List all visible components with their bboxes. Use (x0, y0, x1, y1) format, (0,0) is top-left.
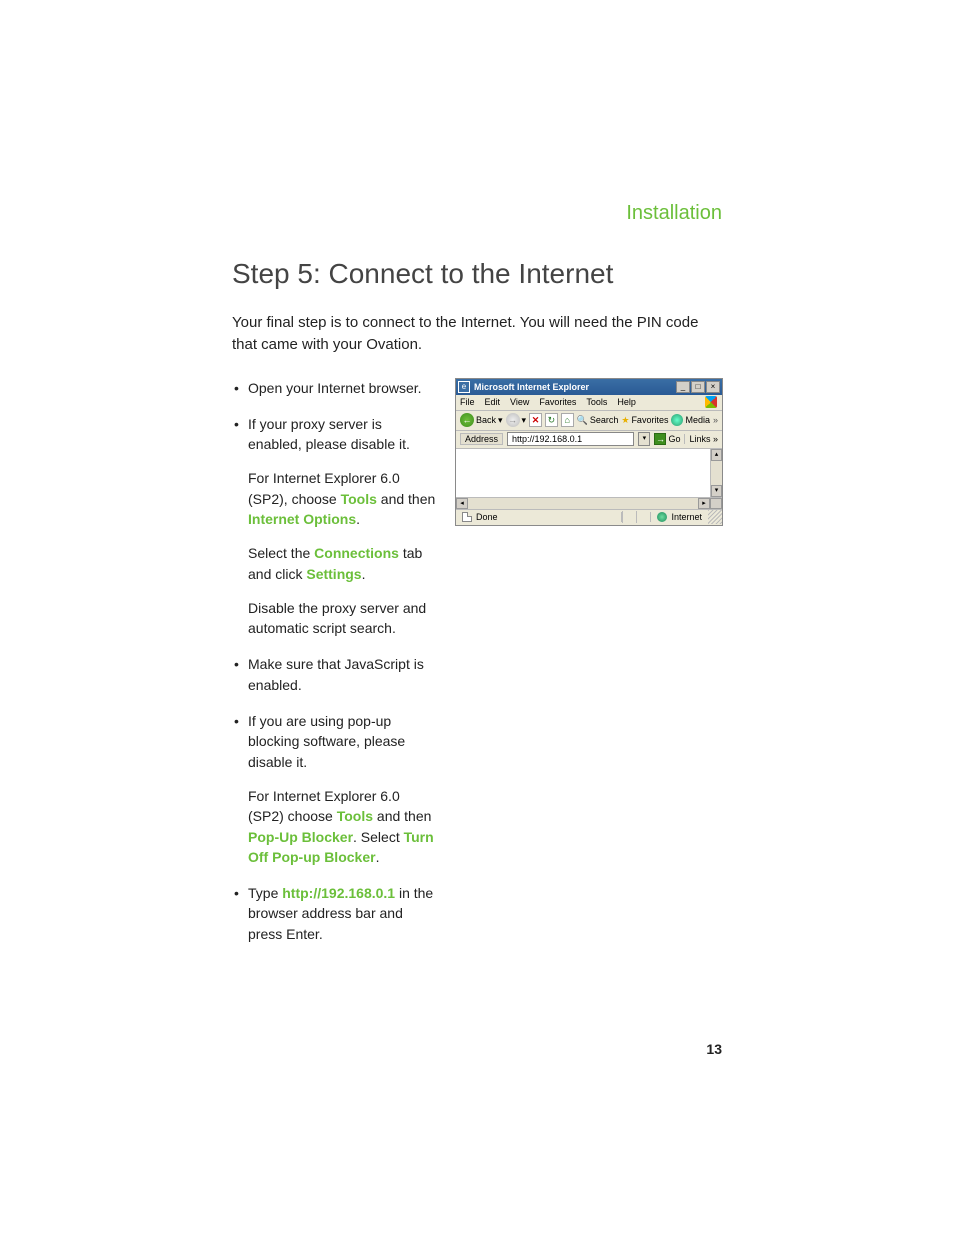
forward-arrow-icon: → (506, 413, 520, 427)
ie-window-title: Microsoft Internet Explorer (474, 382, 676, 392)
menu-view[interactable]: View (510, 397, 529, 407)
vertical-scrollbar[interactable]: ▴ ▾ (710, 449, 722, 497)
back-button[interactable]: ← Back ▾ (460, 413, 503, 427)
address-input[interactable]: http://192.168.0.1 (507, 432, 634, 446)
vertical-scroll-track[interactable] (711, 461, 722, 485)
ie-viewport: ▴ ▾ (456, 449, 722, 497)
media-icon (671, 414, 683, 426)
proxy-sub-1: For Internet Explorer 6.0 (SP2), choose … (248, 468, 437, 529)
media-label: Media (685, 415, 710, 425)
bullet-javascript: Make sure that JavaScript is enabled. (232, 654, 437, 695)
hl-url: http://192.168.0.1 (282, 885, 395, 901)
hl-settings: Settings (306, 566, 361, 582)
refresh-button[interactable]: ↻ (545, 413, 558, 427)
maximize-button[interactable]: □ (691, 381, 705, 393)
page-number: 13 (706, 1041, 722, 1057)
back-arrow-icon: ← (460, 413, 474, 427)
star-icon: ★ (621, 415, 629, 426)
stop-button[interactable]: ✕ (529, 413, 542, 427)
ie-toolbar: ← Back ▾ → ▾ ✕ ↻ ⌂ 🔍 Search (456, 411, 722, 431)
links-dropdown-icon: » (713, 434, 718, 444)
status-zone-label: Internet (671, 512, 702, 522)
document-icon (462, 512, 472, 522)
favorites-label: Favorites (631, 415, 668, 425)
intro-paragraph: Your final step is to connect to the Int… (232, 312, 724, 356)
windows-logo-icon (704, 395, 718, 409)
scroll-corner (710, 498, 722, 509)
favorites-button[interactable]: ★ Favorites (621, 415, 668, 426)
bullet-open-browser: Open your Internet browser. (232, 378, 437, 398)
bullet-proxy-text: If your proxy server is enabled, please … (248, 416, 410, 452)
hl-tools: Tools (341, 491, 377, 507)
proxy-sub-3: Disable the proxy server and automatic s… (248, 598, 437, 639)
scroll-down-icon[interactable]: ▾ (711, 485, 722, 497)
links-label[interactable]: Links » (684, 434, 718, 444)
hl-internet-options: Internet Options (248, 511, 356, 527)
bullet-proxy: If your proxy server is enabled, please … (232, 414, 437, 639)
scroll-left-icon[interactable]: ◂ (456, 498, 468, 509)
globe-icon (657, 512, 667, 522)
ie-titlebar: e Microsoft Internet Explorer _ □ × (456, 379, 722, 395)
search-button[interactable]: 🔍 Search (577, 415, 619, 426)
close-button[interactable]: × (706, 381, 720, 393)
instructions-column: Open your Internet browser. If your prox… (232, 378, 437, 961)
hl-connections: Connections (314, 545, 399, 561)
menu-favorites[interactable]: Favorites (539, 397, 576, 407)
ie-status-bar: Done Internet (456, 509, 722, 525)
popup-sub-1: For Internet Explorer 6.0 (SP2) choose T… (248, 786, 437, 867)
search-label: Search (590, 415, 619, 425)
proxy-sub-2: Select the Connections tab and click Set… (248, 543, 437, 584)
scroll-up-icon[interactable]: ▴ (711, 449, 722, 461)
resize-grip-icon[interactable] (708, 510, 722, 524)
horizontal-scrollbar[interactable]: ◂ ▸ (456, 497, 722, 509)
scroll-right-icon[interactable]: ▸ (698, 498, 710, 509)
search-icon: 🔍 (577, 415, 588, 426)
ie-app-icon: e (458, 381, 470, 393)
screenshot-column: e Microsoft Internet Explorer _ □ × File… (455, 378, 724, 961)
status-slot-2 (636, 511, 650, 523)
home-button[interactable]: ⌂ (561, 413, 574, 427)
go-arrow-icon: → (654, 433, 666, 445)
status-zone: Internet (650, 512, 708, 522)
page-title: Step 5: Connect to the Internet (232, 258, 724, 290)
back-dropdown-icon: ▾ (498, 415, 503, 426)
bullet-popup-text: If you are using pop-up blocking softwar… (248, 713, 405, 770)
ie-menubar: File Edit View Favorites Tools Help (456, 395, 722, 411)
go-label: Go (668, 434, 680, 444)
section-header: Installation (626, 202, 722, 225)
ie-address-bar: Address http://192.168.0.1 ▾ → Go Links … (456, 431, 722, 449)
status-slot-1 (622, 511, 636, 523)
menu-edit[interactable]: Edit (485, 397, 501, 407)
go-button[interactable]: → Go (654, 433, 680, 445)
media-button[interactable]: Media (671, 414, 710, 426)
menu-file[interactable]: File (460, 397, 475, 407)
address-dropdown-icon[interactable]: ▾ (638, 432, 650, 446)
hl-popup-blocker: Pop-Up Blocker (248, 829, 353, 845)
ie-window: e Microsoft Internet Explorer _ □ × File… (455, 378, 723, 526)
bullet-popup: If you are using pop-up blocking softwar… (232, 711, 437, 867)
bullet-type-url: Type http://192.168.0.1 in the browser a… (232, 883, 437, 944)
status-done: Done (476, 512, 498, 522)
horizontal-scroll-track[interactable] (468, 498, 698, 509)
address-label: Address (460, 433, 503, 445)
menu-help[interactable]: Help (617, 397, 636, 407)
minimize-button[interactable]: _ (676, 381, 690, 393)
content-area: Step 5: Connect to the Internet Your fin… (232, 258, 724, 960)
menu-tools[interactable]: Tools (586, 397, 607, 407)
forward-dropdown-icon: ▾ (522, 415, 527, 426)
back-label: Back (476, 415, 496, 425)
toolbar-overflow-icon[interactable]: » (713, 415, 718, 425)
hl-tools-2: Tools (337, 808, 373, 824)
forward-button[interactable]: → ▾ (506, 413, 527, 427)
